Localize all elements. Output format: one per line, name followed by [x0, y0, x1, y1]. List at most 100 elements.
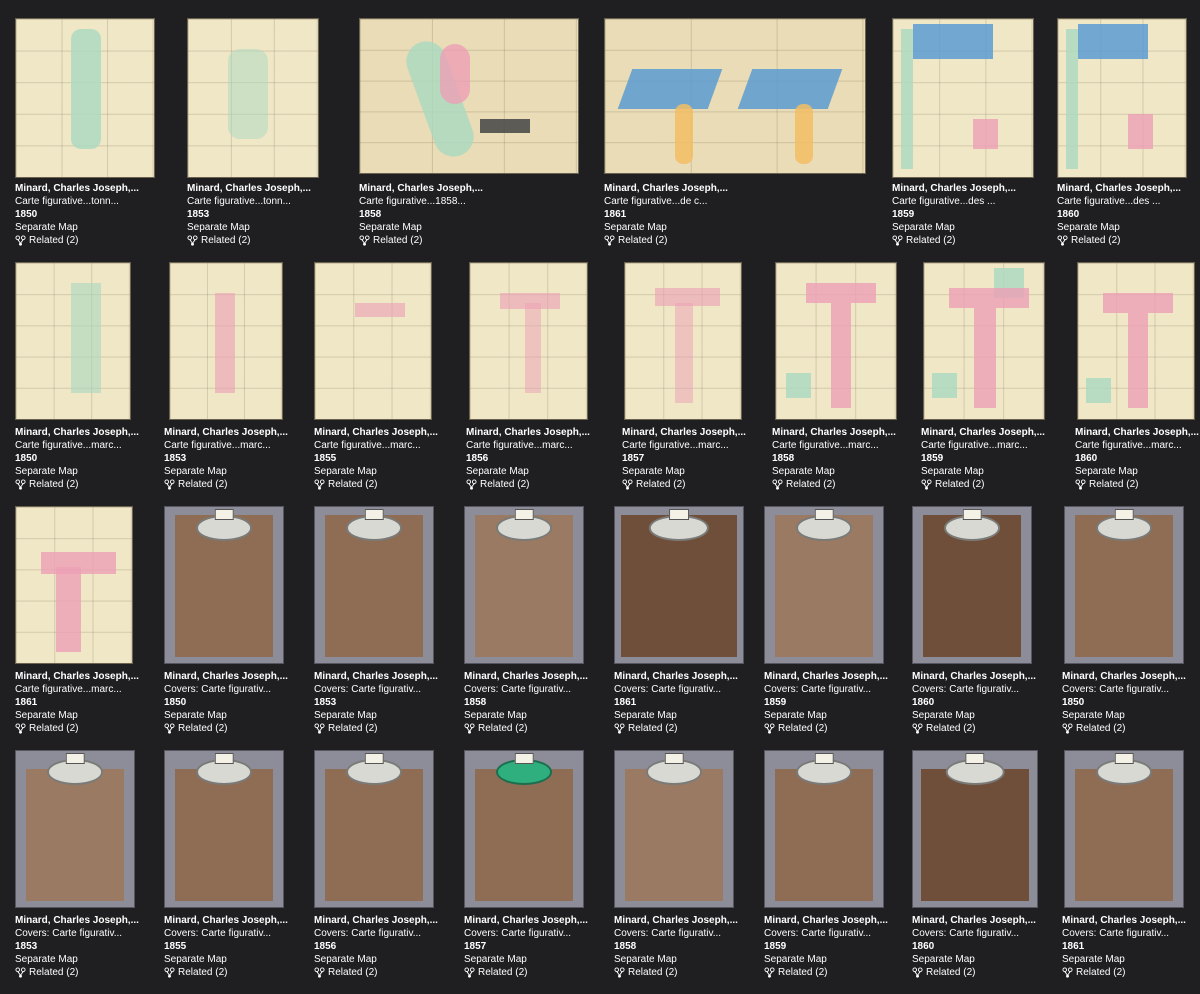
- cover-thumbnail[interactable]: [164, 750, 284, 908]
- related-label: Related (2): [178, 479, 228, 490]
- item-author[interactable]: Minard, Charles Joseph,...: [614, 914, 764, 927]
- item-author[interactable]: Minard, Charles Joseph,...: [614, 670, 764, 683]
- related-link[interactable]: Related (2): [164, 722, 314, 735]
- map-thumbnail[interactable]: [15, 506, 133, 664]
- related-link[interactable]: Related (2): [15, 722, 165, 735]
- related-label: Related (2): [786, 479, 836, 490]
- related-link[interactable]: Related (2): [764, 966, 914, 979]
- map-thumbnail[interactable]: [187, 18, 319, 178]
- item-author[interactable]: Minard, Charles Joseph,...: [764, 670, 914, 683]
- item-year: 1861: [604, 209, 627, 220]
- related-link[interactable]: Related (2): [1075, 478, 1200, 491]
- item-author[interactable]: Minard, Charles Joseph,...: [764, 914, 914, 927]
- cover-thumbnail[interactable]: [314, 750, 434, 908]
- item-author[interactable]: Minard, Charles Joseph,...: [15, 426, 165, 439]
- map-thumbnail[interactable]: [624, 262, 742, 420]
- item-year: 1850: [15, 209, 38, 220]
- map-thumbnail[interactable]: [359, 18, 579, 174]
- item-author[interactable]: Minard, Charles Joseph,...: [15, 670, 165, 683]
- item-author[interactable]: Minard, Charles Joseph,...: [912, 914, 1062, 927]
- item-author[interactable]: Minard, Charles Joseph,...: [1062, 670, 1200, 683]
- cover-thumbnail[interactable]: [15, 750, 135, 908]
- cover-thumbnail[interactable]: [764, 750, 884, 908]
- item-author[interactable]: Minard, Charles Joseph,...: [359, 182, 509, 195]
- item-author[interactable]: Minard, Charles Joseph,...: [15, 914, 165, 927]
- results-row-4: Minard, Charles Joseph,... Covers: Carte…: [0, 750, 1200, 980]
- cover-thumbnail[interactable]: [764, 506, 884, 664]
- cover-thumbnail[interactable]: [912, 506, 1032, 664]
- map-thumbnail[interactable]: [15, 262, 131, 420]
- item-author[interactable]: Minard, Charles Joseph,...: [164, 426, 314, 439]
- map-thumbnail[interactable]: [923, 262, 1045, 420]
- item-author[interactable]: Minard, Charles Joseph,...: [164, 914, 314, 927]
- related-link[interactable]: Related (2): [1062, 966, 1200, 979]
- related-link[interactable]: Related (2): [772, 478, 922, 491]
- related-link[interactable]: Related (2): [614, 966, 764, 979]
- related-link[interactable]: Related (2): [359, 234, 509, 247]
- cover-thumbnail[interactable]: [1064, 506, 1184, 664]
- map-thumbnail[interactable]: [892, 18, 1034, 178]
- cover-thumbnail[interactable]: [1064, 750, 1184, 908]
- map-thumbnail[interactable]: [169, 262, 283, 420]
- map-thumbnail[interactable]: [775, 262, 897, 420]
- related-link[interactable]: Related (2): [892, 234, 1042, 247]
- related-link[interactable]: Related (2): [921, 478, 1071, 491]
- item-author[interactable]: Minard, Charles Joseph,...: [892, 182, 1042, 195]
- cover-thumbnail[interactable]: [464, 750, 584, 908]
- related-link[interactable]: Related (2): [15, 478, 165, 491]
- item-author[interactable]: Minard, Charles Joseph,...: [1062, 914, 1200, 927]
- related-link[interactable]: Related (2): [912, 722, 1062, 735]
- related-link[interactable]: Related (2): [314, 722, 464, 735]
- related-link[interactable]: Related (2): [764, 722, 914, 735]
- item-author[interactable]: Minard, Charles Joseph,...: [622, 426, 772, 439]
- related-label: Related (2): [628, 723, 678, 734]
- cover-thumbnail[interactable]: [614, 750, 734, 908]
- related-network-icon: [164, 479, 175, 490]
- cover-thumbnail[interactable]: [614, 506, 744, 664]
- item-author[interactable]: Minard, Charles Joseph,...: [314, 670, 464, 683]
- related-link[interactable]: Related (2): [614, 722, 764, 735]
- map-thumbnail[interactable]: [469, 262, 588, 420]
- related-link[interactable]: Related (2): [464, 722, 614, 735]
- item-author[interactable]: Minard, Charles Joseph,...: [314, 914, 464, 927]
- related-link[interactable]: Related (2): [466, 478, 616, 491]
- related-link[interactable]: Related (2): [164, 478, 314, 491]
- item-author[interactable]: Minard, Charles Joseph,...: [1075, 426, 1200, 439]
- item-author[interactable]: Minard, Charles Joseph,...: [314, 426, 464, 439]
- related-label: Related (2): [178, 723, 228, 734]
- map-thumbnail[interactable]: [15, 18, 155, 178]
- related-link[interactable]: Related (2): [187, 234, 337, 247]
- related-link[interactable]: Related (2): [314, 478, 464, 491]
- item-author[interactable]: Minard, Charles Joseph,...: [464, 670, 614, 683]
- related-link[interactable]: Related (2): [622, 478, 772, 491]
- related-link[interactable]: Related (2): [604, 234, 754, 247]
- item-author[interactable]: Minard, Charles Joseph,...: [772, 426, 922, 439]
- cover-thumbnail[interactable]: [464, 506, 584, 664]
- map-thumbnail[interactable]: [1077, 262, 1195, 420]
- cover-thumbnail[interactable]: [912, 750, 1038, 908]
- item-author[interactable]: Minard, Charles Joseph,...: [164, 670, 314, 683]
- item-author[interactable]: Minard, Charles Joseph,...: [1057, 182, 1200, 195]
- item-author[interactable]: Minard, Charles Joseph,...: [604, 182, 754, 195]
- item-year: 1856: [314, 941, 337, 952]
- item-author[interactable]: Minard, Charles Joseph,...: [466, 426, 616, 439]
- related-link[interactable]: Related (2): [1062, 722, 1200, 735]
- related-link[interactable]: Related (2): [912, 966, 1062, 979]
- related-label: Related (2): [926, 967, 976, 978]
- item-author[interactable]: Minard, Charles Joseph,...: [912, 670, 1062, 683]
- cover-thumbnail[interactable]: [314, 506, 434, 664]
- map-thumbnail[interactable]: [1057, 18, 1187, 178]
- related-link[interactable]: Related (2): [164, 966, 314, 979]
- related-link[interactable]: Related (2): [15, 966, 165, 979]
- item-author[interactable]: Minard, Charles Joseph,...: [464, 914, 614, 927]
- map-thumbnail[interactable]: [314, 262, 432, 420]
- item-author[interactable]: Minard, Charles Joseph,...: [921, 426, 1071, 439]
- cover-thumbnail[interactable]: [164, 506, 284, 664]
- related-link[interactable]: Related (2): [15, 234, 165, 247]
- map-thumbnail[interactable]: [604, 18, 866, 174]
- item-author[interactable]: Minard, Charles Joseph,...: [15, 182, 165, 195]
- item-author[interactable]: Minard, Charles Joseph,...: [187, 182, 337, 195]
- related-link[interactable]: Related (2): [464, 966, 614, 979]
- related-link[interactable]: Related (2): [1057, 234, 1200, 247]
- related-link[interactable]: Related (2): [314, 966, 464, 979]
